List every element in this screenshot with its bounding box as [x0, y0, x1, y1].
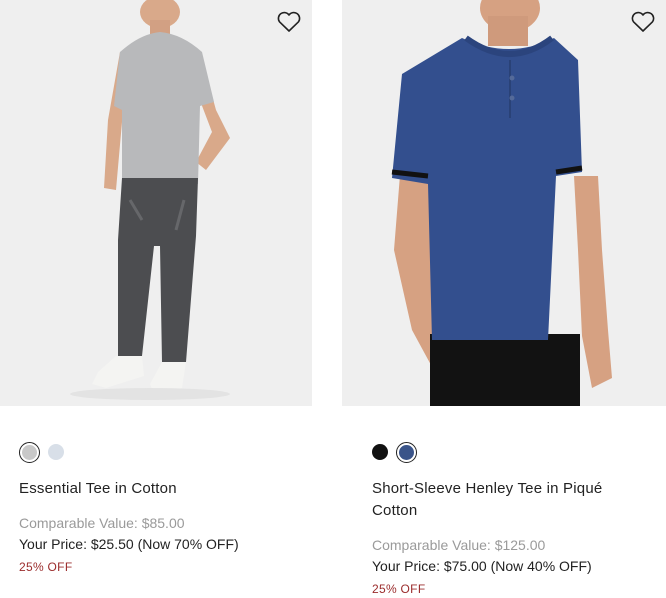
product-card[interactable]: Short-Sleeve Henley Tee in Piqué Cotton …: [342, 0, 666, 598]
color-swatch-black[interactable]: [372, 444, 388, 460]
heart-icon[interactable]: [276, 10, 302, 34]
product-image[interactable]: [342, 0, 666, 406]
color-swatch-blue[interactable]: [396, 441, 417, 463]
heart-icon[interactable]: [630, 10, 656, 34]
product-card[interactable]: Essential Tee in Cotton Comparable Value…: [0, 0, 312, 576]
model-figure: [70, 0, 230, 400]
price-block: Comparable Value: $125.00 Your Price: $7…: [342, 535, 666, 598]
your-price: Your Price: $25.50 (Now 70% OFF): [19, 536, 239, 552]
color-swatches: [0, 440, 312, 464]
product-name[interactable]: Short-Sleeve Henley Tee in Piqué Cotton: [342, 478, 632, 522]
discount-badge: 25% OFF: [19, 560, 73, 574]
your-price: Your Price: $75.00 (Now 40% OFF): [372, 558, 592, 574]
color-swatches: [342, 440, 666, 464]
model-figure: [391, 0, 612, 406]
discount-badge: 25% OFF: [372, 582, 426, 596]
price-block: Comparable Value: $85.00 Your Price: $25…: [0, 513, 312, 576]
comparable-value: Comparable Value: $125.00: [372, 537, 546, 553]
product-name[interactable]: Essential Tee in Cotton: [0, 478, 312, 500]
color-swatch-light-blue[interactable]: [48, 444, 64, 460]
color-swatch-gray[interactable]: [19, 441, 40, 463]
comparable-value: Comparable Value: $85.00: [19, 515, 185, 531]
product-image[interactable]: [0, 0, 312, 406]
